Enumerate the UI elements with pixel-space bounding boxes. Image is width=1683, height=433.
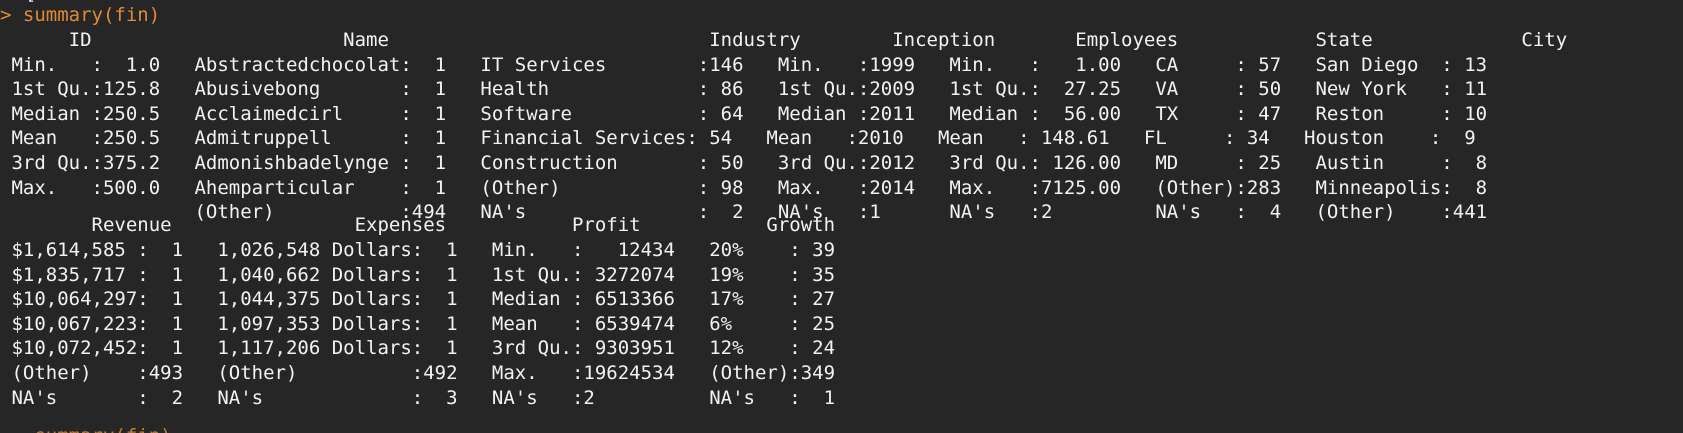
summary-row: Median :250.5 Acclaimedcirl : 1 Software… (0, 102, 1510, 125)
summary-row: $10,067,223: 1 1,097,353 Dollars: 1 Mean… (0, 312, 858, 335)
summary-header-row-2: Revenue Expenses Profit Growth (0, 214, 870, 237)
next-line-fragment: summary(fin) (0, 424, 171, 433)
summary-row: Max. :500.0 Ahemparticular : 1 (Other) :… (0, 176, 1510, 199)
command-prompt-line[interactable]: > summary(fin) (0, 3, 160, 28)
summary-row: $1,614,585 : 1 1,026,548 Dollars: 1 Min.… (0, 239, 858, 261)
summary-row: Mean :250.5 Admitruppell : 1 Financial S… (0, 127, 1499, 150)
summary-row: 3rd Qu.:375.2 Admonishbadelynge : 1 Cons… (0, 152, 1510, 174)
summary-row: Min. : 1.0 Abstractedchocolat: 1 IT Serv… (0, 53, 1510, 76)
summary-row: $1,835,717 : 1 1,040,662 Dollars: 1 1st … (0, 263, 858, 286)
summary-row: (Other) :493 (Other) :492 Max. :19624534… (0, 362, 858, 384)
r-console[interactable]: > [ > summary(fin) ID Name Industry Ince… (0, 0, 1683, 433)
summary-row: NA's : 2 NA's : 3 NA's :2 NA's : 1 (0, 386, 858, 409)
summary-row: 1st Qu.:125.8 Abusivebong : 1 Health : 8… (0, 78, 1510, 101)
summary-header-row-1: ID Name Industry Inception Employees Sta… (0, 29, 1625, 51)
summary-row: $10,064,297: 1 1,044,375 Dollars: 1 Medi… (0, 288, 858, 311)
summary-row: $10,072,452: 1 1,117,206 Dollars: 1 3rd … (0, 337, 858, 360)
